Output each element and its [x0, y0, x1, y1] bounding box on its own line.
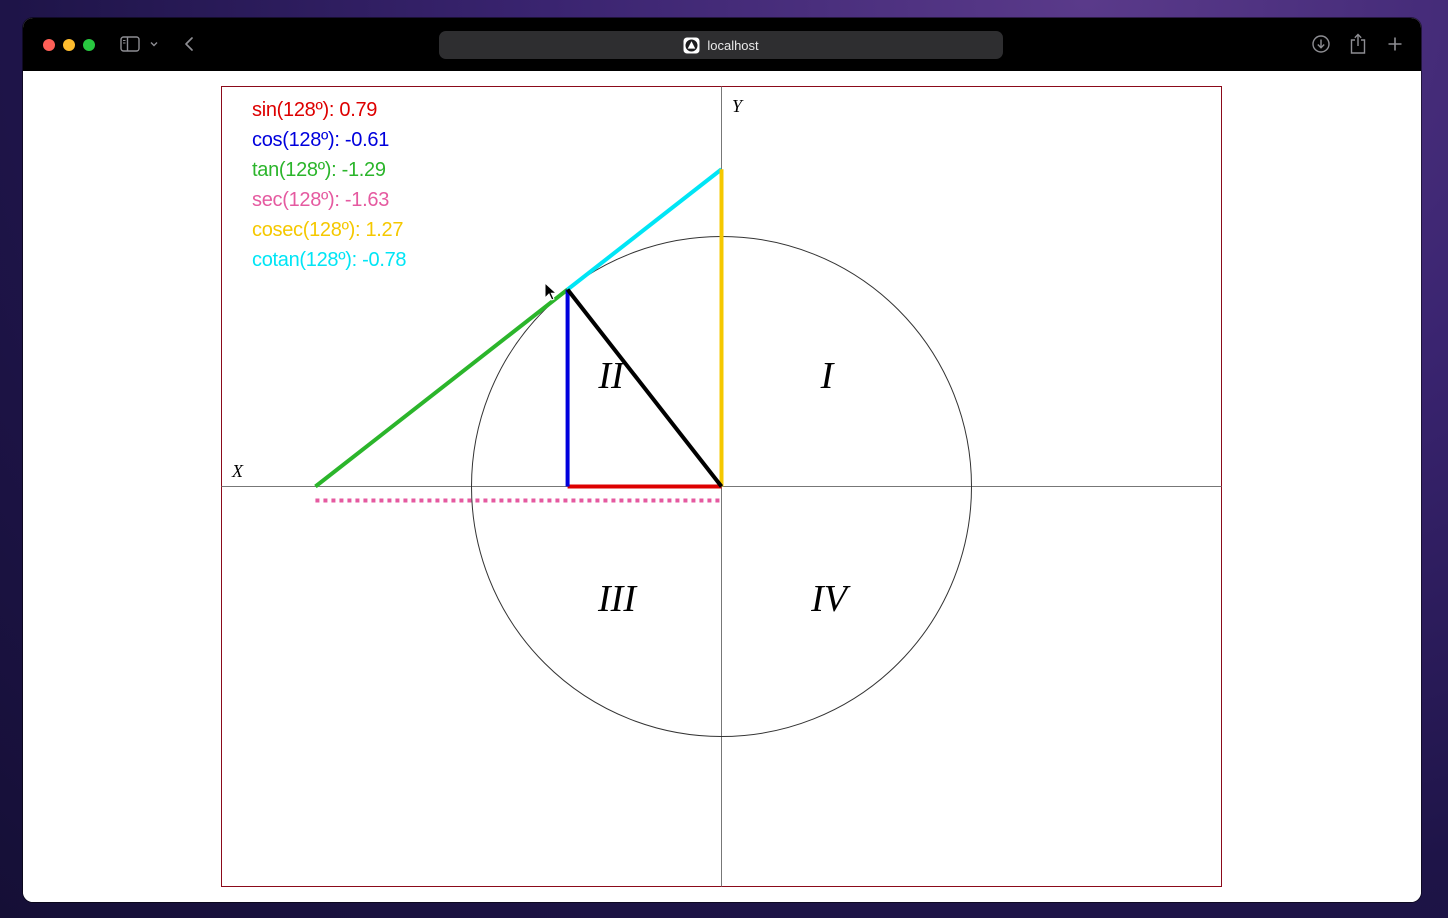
- sidebar-icon[interactable]: [118, 32, 142, 56]
- cotan-line: [566, 167, 723, 292]
- tan-value-label: tan(128º): -1.29: [252, 159, 386, 181]
- quadrant-label-i: I: [820, 355, 836, 397]
- sin-value-label: sin(128º): 0.79: [252, 99, 378, 121]
- radius-line: [566, 288, 724, 488]
- page-viewport: X Y I II III IV sin(128º): 0.79 cos(128º)…: [23, 71, 1421, 902]
- browser-toolbar: localhost: [23, 18, 1421, 71]
- zoom-window-button[interactable]: [83, 39, 95, 51]
- cos-value-label: cos(128º): -0.61: [252, 129, 390, 151]
- address-bar[interactable]: localhost: [439, 31, 1003, 59]
- x-axis-label: X: [231, 461, 244, 481]
- chevron-down-icon[interactable]: [147, 32, 161, 56]
- cosec-value-label: cosec(128º): 1.27: [252, 219, 404, 241]
- minimize-window-button[interactable]: [63, 39, 75, 51]
- close-window-button[interactable]: [43, 39, 55, 51]
- browser-window: localhost X Y I II III IV sin(128º): 0.7…: [23, 18, 1421, 902]
- quadrant-label-iii: III: [597, 578, 638, 620]
- quadrant-label-iv: IV: [810, 578, 851, 620]
- download-icon[interactable]: [1309, 32, 1333, 56]
- site-favicon-icon: [683, 37, 700, 54]
- trig-values-panel: sin(128º): 0.79 cos(128º): -0.61 tan(128º)…: [252, 95, 407, 275]
- y-axis-label: Y: [732, 96, 744, 116]
- share-icon[interactable]: [1346, 32, 1370, 56]
- sec-value-label: sec(128º): -1.63: [252, 189, 390, 211]
- plus-icon[interactable]: [1383, 32, 1407, 56]
- unit-circle-canvas[interactable]: X Y I II III IV: [23, 71, 1421, 902]
- cotan-value-label: cotan(128º): -0.78: [252, 249, 407, 271]
- tan-line: [314, 287, 569, 489]
- back-arrow-icon[interactable]: [177, 32, 201, 56]
- address-text: localhost: [707, 37, 759, 53]
